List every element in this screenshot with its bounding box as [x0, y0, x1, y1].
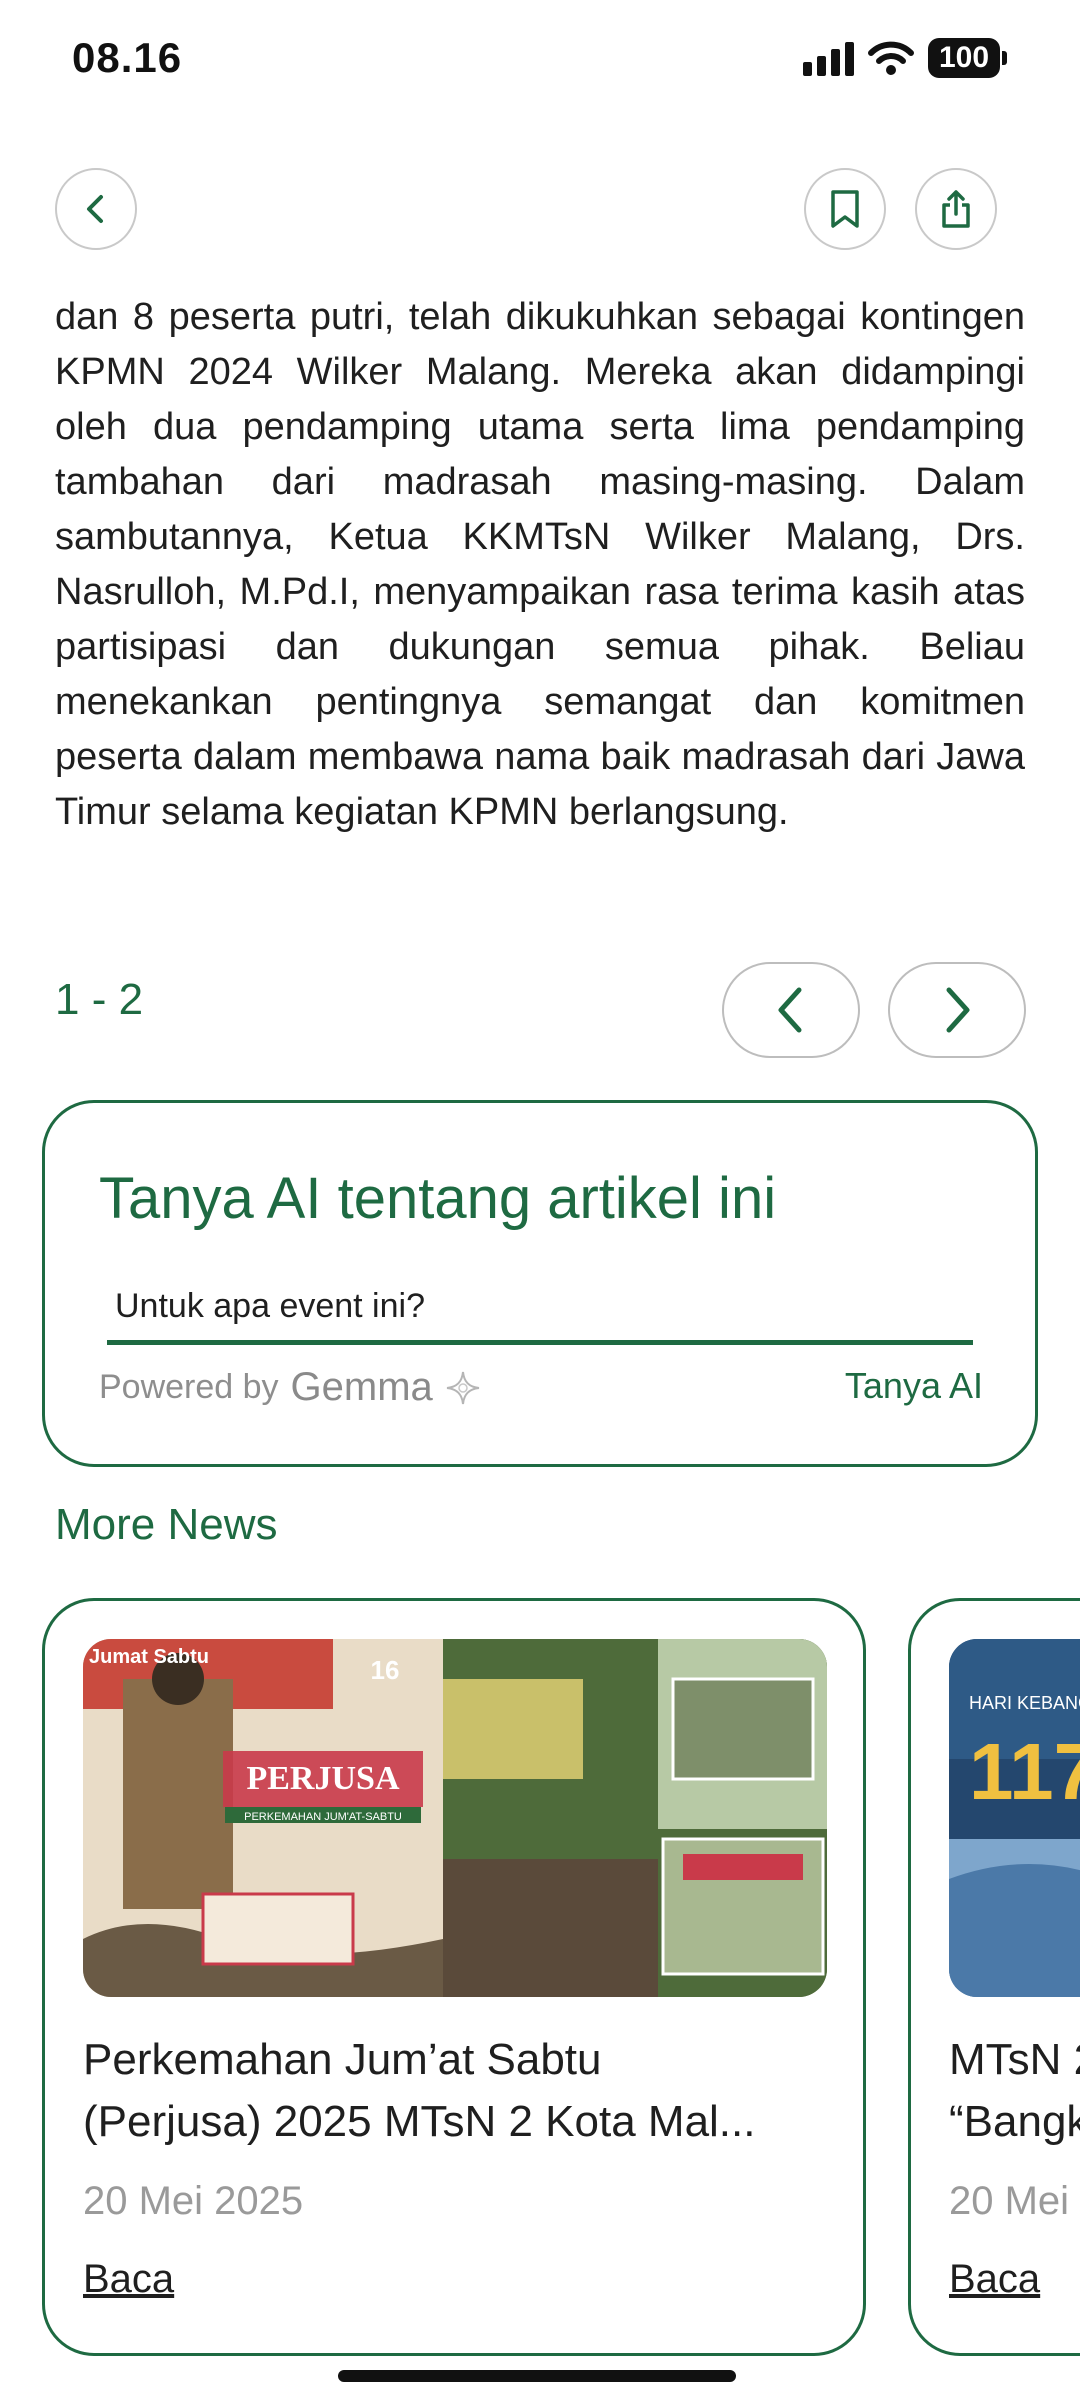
news-card[interactable]: PERJUSA PERKEMAHAN JUM'AT-SABTU 16 Jumat… — [42, 1598, 866, 2356]
news-thumbnail: HARI KEBANGKITAN NASIONAL 117 — [949, 1639, 1080, 1997]
news-card[interactable]: HARI KEBANGKITAN NASIONAL 117 MTsN 2 “Ba… — [908, 1598, 1080, 2356]
gemma-logo-text: Gemma — [290, 1365, 433, 1409]
status-bar: 08.16 100 — [0, 0, 1080, 120]
news-title-line-1: Perkemahan Jum’at Sabtu — [83, 2035, 602, 2084]
news-thumbnail: PERJUSA PERKEMAHAN JUM'AT-SABTU 16 Jumat… — [83, 1639, 827, 1997]
news-title-line-2: (Perjusa) 2025 MTsN 2 Kota Mal... — [83, 2097, 756, 2146]
bookmark-button[interactable] — [804, 168, 886, 250]
thumbnail-subtitle-text: PERKEMAHAN JUM'AT-SABTU — [244, 1811, 402, 1823]
status-time: 08.16 — [72, 34, 183, 81]
wifi-icon — [868, 41, 914, 75]
ask-ai-panel: Tanya AI tentang artikel ini Powered by … — [42, 1100, 1038, 1467]
home-indicator[interactable] — [338, 2370, 736, 2382]
news-date: 20 Mei 2025 — [83, 2179, 304, 2223]
thumbnail-title-text: 117 — [969, 1727, 1080, 1816]
previous-page-button[interactable] — [722, 962, 860, 1058]
next-page-button[interactable] — [888, 962, 1026, 1058]
more-news-heading: More News — [55, 1500, 278, 1549]
news-date: 20 Mei — [949, 2179, 1070, 2223]
ask-ai-title: Tanya AI tentang artikel ini — [99, 1166, 777, 1231]
gemma-sparkle-icon — [446, 1371, 479, 1404]
news-title-line-2: “Bangkit — [949, 2097, 1080, 2146]
battery-icon: 100 — [928, 38, 1007, 78]
bookmark-icon — [831, 190, 859, 228]
read-link[interactable]: Baca — [83, 2257, 174, 2302]
powered-by: Powered by Gemma — [99, 1365, 481, 1410]
share-button[interactable] — [915, 168, 997, 250]
ask-ai-input[interactable] — [107, 1273, 973, 1345]
chevron-right-icon — [946, 987, 970, 1033]
news-title: Perkemahan Jum’at Sabtu (Perjusa) 2025 M… — [83, 2029, 843, 2153]
chevron-left-icon — [778, 987, 802, 1033]
cellular-signal-icon — [803, 40, 854, 76]
page-indicator: 1 - 2 — [55, 975, 144, 1024]
ask-ai-button[interactable]: Tanya AI — [845, 1365, 983, 1407]
chevron-left-icon — [87, 195, 103, 223]
back-button[interactable] — [55, 168, 137, 250]
article-body: dan 8 peserta putri, telah dikukuhkan se… — [55, 296, 1025, 833]
thumbnail-title-text: PERJUSA — [246, 1760, 399, 1797]
thumbnail-side-text: Jumat Sabtu — [89, 1646, 209, 1668]
news-title: MTsN 2 “Bangkit — [949, 2029, 1080, 2153]
news-title-line-1: MTsN 2 — [949, 2035, 1080, 2084]
read-link[interactable]: Baca — [949, 2257, 1040, 2302]
screen: 08.16 100 dan 8 peserta putri, telah dik… — [0, 0, 1080, 2400]
powered-by-label: Powered by — [99, 1368, 279, 1406]
thumbnail-date-text: 16 — [371, 1655, 400, 1685]
share-icon — [942, 190, 970, 228]
status-icons: 100 — [803, 38, 1007, 78]
thumbnail-subtitle-text: HARI KEBANGKITAN NASIONAL — [969, 1693, 1080, 1713]
